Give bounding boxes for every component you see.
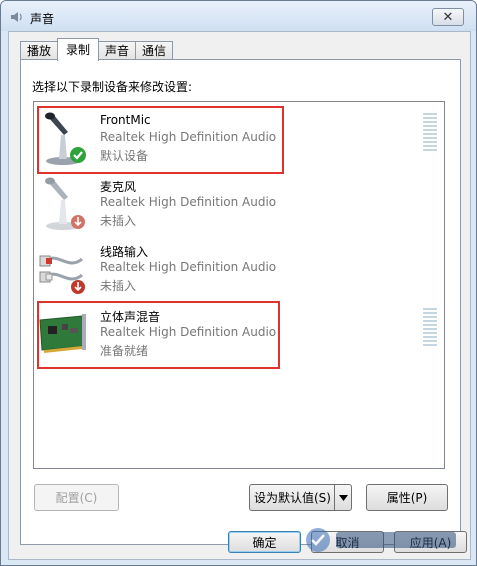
device-name: 麦克风 <box>100 180 137 194</box>
level-meter <box>423 308 437 346</box>
device-driver: Realtek High Definition Audio <box>100 130 277 144</box>
device-name: FrontMic <box>100 113 151 127</box>
tab-strip: 播放 录制 声音 通信 <box>20 38 174 61</box>
set-default-label: 设为默认值(S) <box>254 491 331 505</box>
ok-button[interactable]: 确定 <box>228 531 301 553</box>
tab-recording[interactable]: 录制 <box>57 38 100 61</box>
close-button[interactable]: ✕ <box>432 8 464 26</box>
device-driver: Realtek High Definition Audio <box>100 325 277 339</box>
set-default-dropdown[interactable] <box>334 485 351 510</box>
device-list[interactable]: FrontMic Realtek High Definition Audio 默… <box>33 101 445 469</box>
device-status: 未插入 <box>100 279 137 293</box>
set-default-button[interactable]: 设为默认值(S) <box>249 484 352 511</box>
device-status: 未插入 <box>100 214 137 228</box>
instruction-label: 选择以下录制设备来修改设置: <box>32 80 193 94</box>
device-status: 默认设备 <box>100 149 149 163</box>
line-in-cable-icon <box>39 255 85 294</box>
microphone-icon <box>45 112 86 165</box>
close-icon: ✕ <box>442 9 454 25</box>
chevron-down-icon <box>338 494 348 501</box>
tab-playback[interactable]: 播放 <box>20 41 59 60</box>
configure-button[interactable]: 配置(C) <box>34 484 119 511</box>
dialog-body: 播放 录制 声音 通信 选择以下录制设备来修改设置: FrontMic Real… <box>8 31 471 560</box>
tab-sounds[interactable]: 声音 <box>98 41 137 60</box>
properties-button[interactable]: 属性(P) <box>366 484 448 511</box>
tab-communications[interactable]: 通信 <box>135 41 174 60</box>
device-item-line-in[interactable]: 线路输入 Realtek High Definition Audio 未插入 <box>34 237 444 301</box>
title-bar: 声音 ✕ <box>1 1 476 31</box>
device-name: 线路输入 <box>100 245 149 259</box>
microphone-icon <box>45 177 85 230</box>
device-item-microphone[interactable]: 麦克风 Realtek High Definition Audio 未插入 <box>34 172 444 236</box>
device-driver: Realtek High Definition Audio <box>100 260 277 274</box>
window-title: 声音 <box>30 12 55 26</box>
watermark-logo <box>306 528 456 552</box>
device-item-stereo-mix[interactable]: 立体声混音 Realtek High Definition Audio 准备就绪 <box>34 302 444 366</box>
sound-dialog: 声音 ✕ 播放 录制 声音 通信 选择以下录制设备来修改设置: FrontMic… <box>0 0 477 566</box>
device-name: 立体声混音 <box>100 310 161 324</box>
level-meter <box>423 113 437 151</box>
default-check-icon <box>70 147 86 163</box>
speaker-icon <box>11 12 22 22</box>
device-item-frontmic[interactable]: FrontMic Realtek High Definition Audio 默… <box>34 107 444 171</box>
device-driver: Realtek High Definition Audio <box>100 195 277 209</box>
recording-panel: 选择以下录制设备来修改设置: FrontMic Realtek High Def… <box>20 59 461 545</box>
sound-card-icon <box>39 314 86 353</box>
device-status: 准备就绪 <box>100 344 149 358</box>
